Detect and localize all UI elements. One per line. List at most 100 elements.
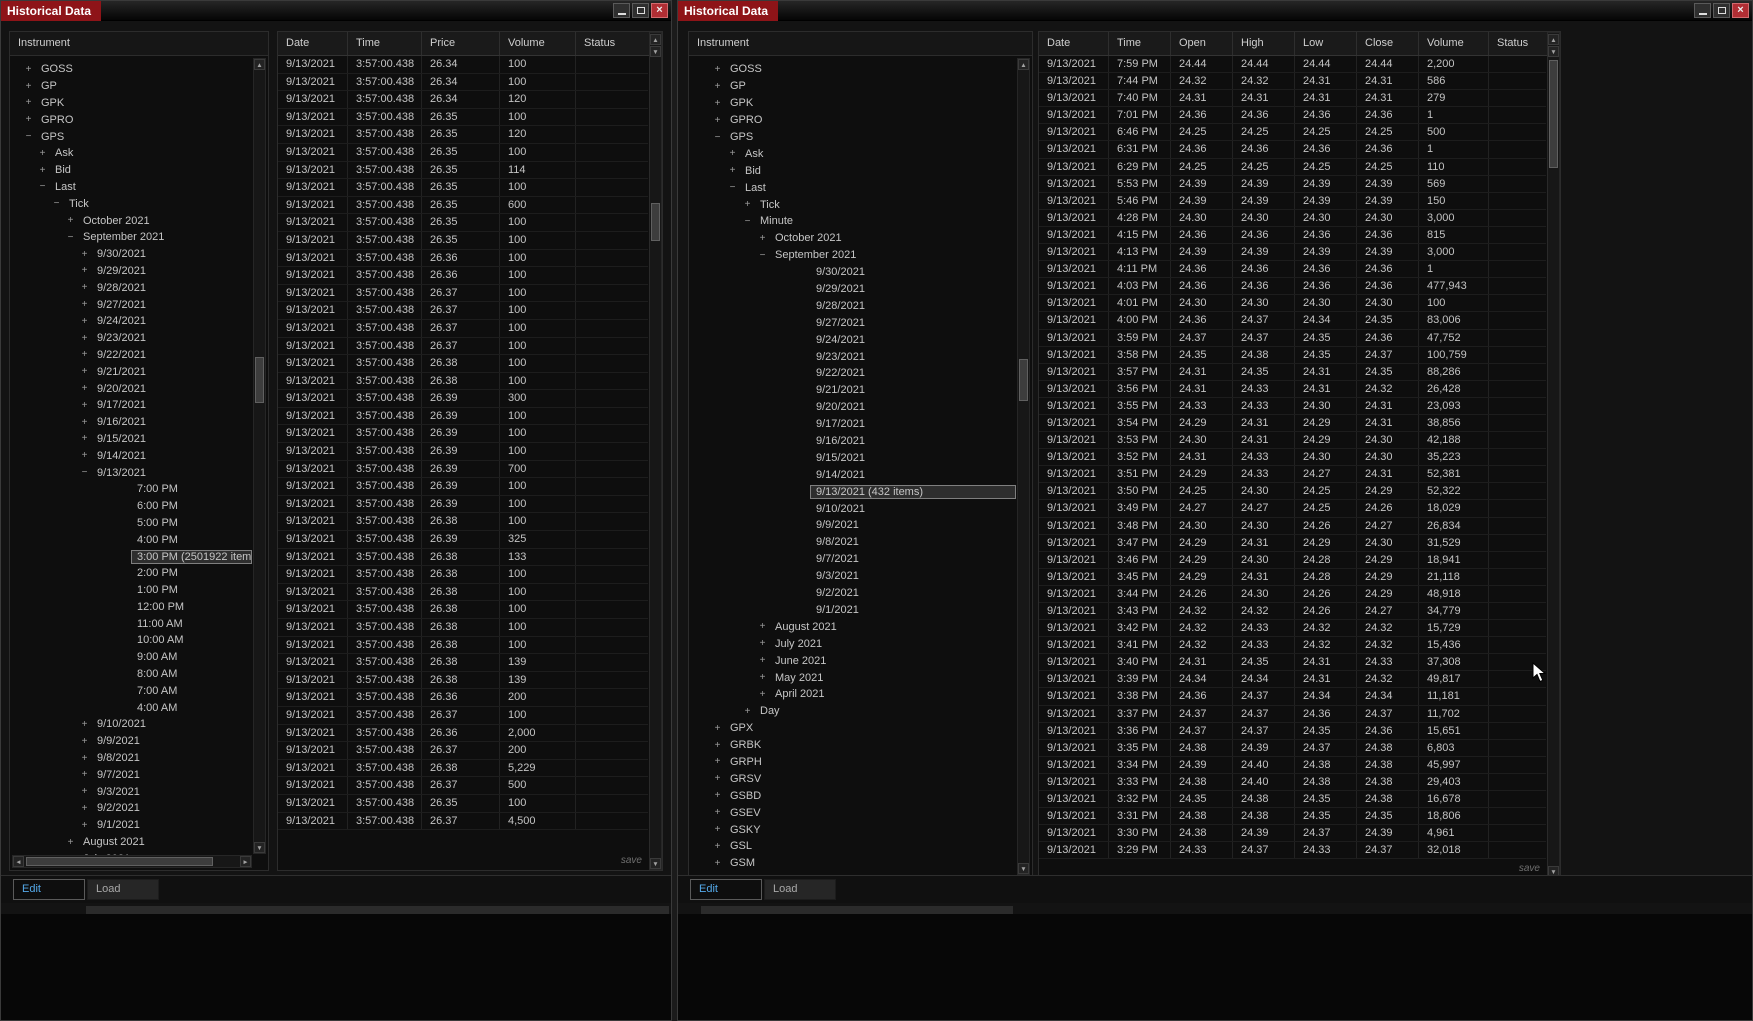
table-row[interactable]: 9/13/2021 3:57 PM 24.31 24.35 24.31 24.35 88,2… bbox=[1039, 363, 1546, 381]
tree-item[interactable]: 9/22/2021 bbox=[689, 365, 1016, 382]
table-row[interactable]: 9/13/2021 3:50 PM 24.25 24.30 24.25 24.29 52,3… bbox=[1039, 483, 1546, 501]
table-row[interactable]: 9/13/2021 3:40 PM 24.31 24.35 24.31 24.33 37,3… bbox=[1039, 654, 1546, 672]
expand-icon[interactable]: + bbox=[78, 820, 91, 831]
tree-item[interactable]: + Ask bbox=[10, 145, 252, 162]
expand-icon[interactable]: + bbox=[756, 689, 769, 700]
tab-load[interactable]: Load bbox=[764, 879, 836, 900]
column-header-close[interactable]: Close bbox=[1357, 32, 1419, 55]
expand-icon[interactable]: + bbox=[756, 655, 769, 666]
tree-item[interactable]: 9/13/2021 (432 items) bbox=[689, 483, 1016, 500]
table-row[interactable]: 9/13/2021 3:57:00.438 26.38 100 bbox=[278, 372, 648, 391]
table-row[interactable]: 9/13/2021 3:31 PM 24.38 24.38 24.35 24.35 18,8… bbox=[1039, 808, 1546, 826]
column-header-date[interactable]: Date bbox=[1039, 32, 1109, 55]
expand-icon[interactable]: + bbox=[22, 64, 35, 75]
table-row[interactable]: 9/13/2021 3:57:00.438 26.39 100 bbox=[278, 443, 648, 461]
table-row[interactable]: 9/13/2021 4:11 PM 24.36 24.36 24.36 24.36 1 bbox=[1039, 261, 1546, 279]
tree-item[interactable]: 10:00 AM bbox=[10, 632, 252, 649]
expand-icon[interactable]: + bbox=[711, 64, 724, 75]
expand-icon[interactable]: + bbox=[711, 773, 724, 784]
expand-icon[interactable]: + bbox=[78, 265, 91, 276]
minimize-button[interactable] bbox=[1694, 3, 1711, 18]
tree-item[interactable]: + GP bbox=[10, 78, 252, 95]
tree-item[interactable]: +9/14/2021 bbox=[10, 447, 252, 464]
expand-icon[interactable]: + bbox=[756, 233, 769, 244]
table-row[interactable]: 9/13/2021 4:15 PM 24.36 24.36 24.36 24.36 815 bbox=[1039, 226, 1546, 245]
tree-item[interactable]: 9/16/2021 bbox=[689, 433, 1016, 450]
scroll-up-icon[interactable]: ▲ bbox=[254, 59, 265, 70]
save-link[interactable]: save bbox=[621, 855, 642, 866]
table-row[interactable]: 9/13/2021 3:57:00.438 26.38 133 bbox=[278, 548, 648, 567]
tree-item[interactable]: + October 2021 bbox=[689, 230, 1016, 247]
table-row[interactable]: 9/13/2021 7:40 PM 24.31 24.31 24.31 24.31 279 bbox=[1039, 90, 1546, 108]
table-row[interactable]: 9/13/2021 3:57:00.438 26.39 100 bbox=[278, 425, 648, 444]
column-header-status[interactable]: Status bbox=[1489, 32, 1546, 55]
table-row[interactable]: 9/13/2021 3:57:00.438 26.35 600 bbox=[278, 196, 648, 215]
table-row[interactable]: 9/13/2021 3:57:00.438 26.35 120 bbox=[278, 126, 648, 144]
tab-load[interactable]: Load bbox=[87, 879, 159, 900]
tree-item[interactable]: 11:00 AM bbox=[10, 615, 252, 632]
tree-item[interactable]: +9/15/2021 bbox=[10, 431, 252, 448]
table-row[interactable]: 9/13/2021 3:57:00.438 26.38 100 bbox=[278, 513, 648, 532]
tree-item[interactable]: 9/7/2021 bbox=[689, 551, 1016, 568]
tree-item[interactable]: −9/13/2021 bbox=[10, 464, 252, 481]
expand-icon[interactable]: + bbox=[36, 148, 49, 159]
tree-item[interactable]: +9/16/2021 bbox=[10, 414, 252, 431]
tree-item[interactable]: 9/15/2021 bbox=[689, 449, 1016, 466]
table-row[interactable]: 9/13/2021 4:28 PM 24.30 24.30 24.30 24.30 3,00… bbox=[1039, 209, 1546, 227]
title-bar[interactable]: Historical Data × bbox=[1, 0, 671, 21]
tree-item[interactable]: 9/10/2021 bbox=[689, 500, 1016, 517]
table-row[interactable]: 9/13/2021 3:57:00.438 26.38 100 bbox=[278, 601, 648, 619]
collapse-icon[interactable]: − bbox=[711, 132, 724, 143]
tree-item[interactable]: + June 2021 bbox=[689, 652, 1016, 669]
expand-icon[interactable]: + bbox=[22, 114, 35, 125]
table-row[interactable]: 9/13/2021 3:57:00.438 26.39 700 bbox=[278, 460, 648, 479]
tree-item[interactable]: 9/9/2021 bbox=[689, 517, 1016, 534]
scrollbar-thumb[interactable] bbox=[26, 857, 213, 866]
tree-item[interactable]: 7:00 AM bbox=[10, 682, 252, 699]
scroll-up-icon[interactable]: ▲ bbox=[1018, 59, 1029, 70]
tree-item[interactable]: + GPRO bbox=[10, 111, 252, 128]
tree-item[interactable]: + Tick bbox=[689, 196, 1016, 213]
tree-item[interactable]: + Ask bbox=[689, 145, 1016, 162]
table-row[interactable]: 9/13/2021 4:01 PM 24.30 24.30 24.30 24.30 100 bbox=[1039, 295, 1546, 313]
table-row[interactable]: 9/13/2021 5:53 PM 24.39 24.39 24.39 24.39 569 bbox=[1039, 175, 1546, 193]
table-row[interactable]: 9/13/2021 3:57:00.438 26.38 139 bbox=[278, 671, 648, 690]
tree-item[interactable]: − Last bbox=[10, 179, 252, 196]
column-header-volume[interactable]: Volume bbox=[500, 32, 576, 55]
tree-item[interactable]: +9/17/2021 bbox=[10, 397, 252, 414]
tree-item[interactable]: + GSL bbox=[689, 838, 1016, 855]
tree-item[interactable]: +9/20/2021 bbox=[10, 380, 252, 397]
tree-item[interactable]: 7:00 PM bbox=[10, 481, 252, 498]
expand-icon[interactable]: + bbox=[756, 621, 769, 632]
tree-item[interactable]: + May 2021 bbox=[689, 669, 1016, 686]
table-row[interactable]: 9/13/2021 4:13 PM 24.39 24.39 24.39 24.39 3,00… bbox=[1039, 244, 1546, 262]
table-row[interactable]: 9/13/2021 3:57:00.438 26.35 114 bbox=[278, 161, 648, 180]
tree-item[interactable]: 9/23/2021 bbox=[689, 348, 1016, 365]
scroll-down-icon[interactable]: ▼ bbox=[1018, 863, 1029, 874]
scrollbar-thumb[interactable] bbox=[1019, 359, 1028, 401]
table-row[interactable]: 9/13/2021 7:59 PM 24.44 24.44 24.44 24.44 2,20… bbox=[1039, 56, 1546, 74]
tree-item[interactable]: +9/3/2021 bbox=[10, 783, 252, 800]
table-row[interactable]: 9/13/2021 3:57:00.438 26.38 5,229 bbox=[278, 759, 648, 778]
table-row[interactable]: 9/13/2021 3:57:00.438 26.35 100 bbox=[278, 143, 648, 162]
table-row[interactable]: 9/13/2021 7:01 PM 24.36 24.36 24.36 24.36 1 bbox=[1039, 107, 1546, 125]
table-row[interactable]: 9/13/2021 3:47 PM 24.29 24.31 24.29 24.30 31,5… bbox=[1039, 534, 1546, 552]
tree-item[interactable]: 8:00 AM bbox=[10, 666, 252, 683]
expand-icon[interactable]: + bbox=[78, 753, 91, 764]
expand-icon[interactable]: + bbox=[78, 450, 91, 461]
table-row[interactable]: 9/13/2021 3:34 PM 24.39 24.40 24.38 24.38 45,9… bbox=[1039, 756, 1546, 774]
tree-item[interactable]: 4:00 PM bbox=[10, 531, 252, 548]
tree-item[interactable]: + GOSS bbox=[10, 61, 252, 78]
expand-icon[interactable]: + bbox=[711, 790, 724, 801]
expand-icon[interactable]: + bbox=[78, 736, 91, 747]
tree-item[interactable]: +9/28/2021 bbox=[10, 279, 252, 296]
tree-item[interactable]: +9/9/2021 bbox=[10, 733, 252, 750]
table-row[interactable]: 9/13/2021 3:57:00.438 26.35 100 bbox=[278, 179, 648, 197]
table-row[interactable]: 9/13/2021 3:45 PM 24.29 24.31 24.28 24.29 21,1… bbox=[1039, 568, 1546, 586]
expand-icon[interactable]: + bbox=[711, 756, 724, 767]
collapse-icon[interactable]: − bbox=[50, 198, 63, 209]
table-row[interactable]: 9/13/2021 3:32 PM 24.35 24.38 24.35 24.38 16,6… bbox=[1039, 791, 1546, 809]
table-row[interactable]: 9/13/2021 3:57:00.438 26.35 100 bbox=[278, 214, 648, 232]
expand-icon[interactable]: + bbox=[78, 299, 91, 310]
tree-item[interactable]: 3:00 PM (2501922 items) bbox=[10, 548, 252, 565]
